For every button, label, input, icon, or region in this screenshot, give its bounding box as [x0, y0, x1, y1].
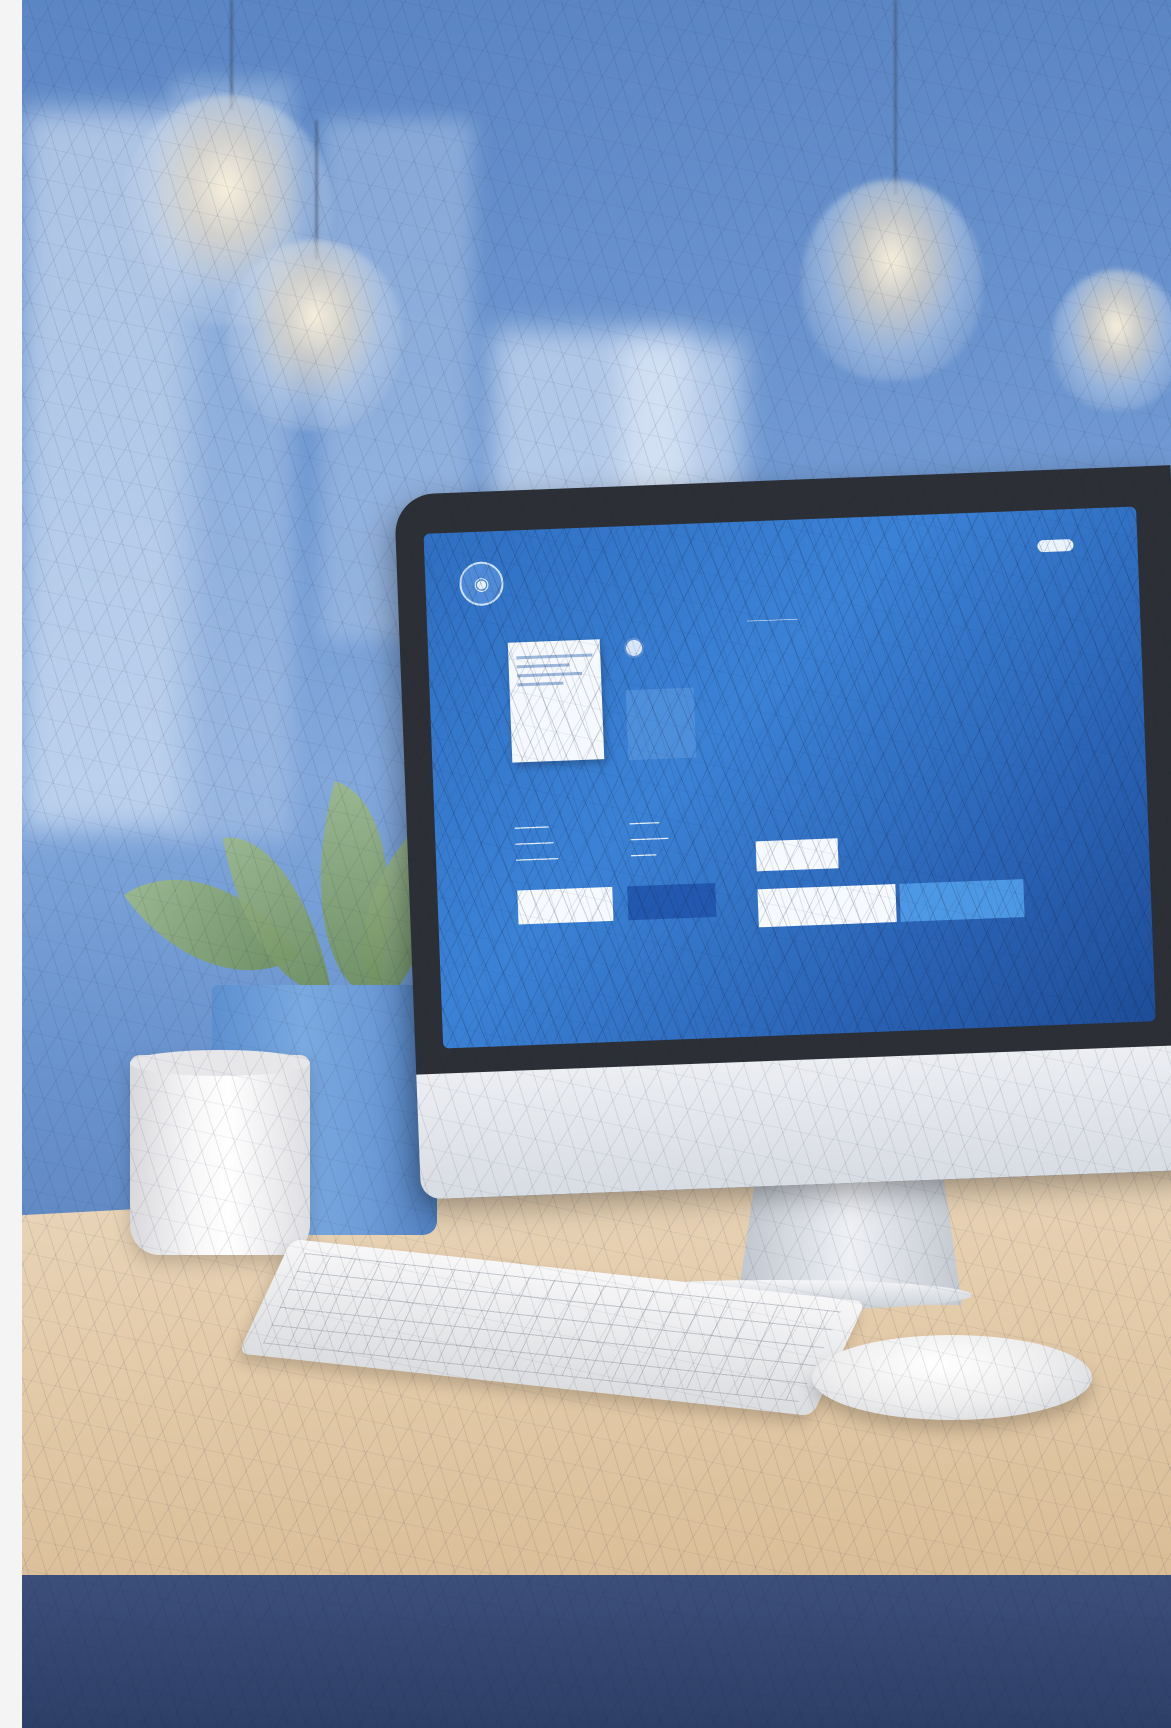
pendant-lamp-far-right: [1052, 270, 1171, 410]
coffee-mug: [130, 1055, 310, 1255]
monitor-screen: ◉ ──────────── ━━━━━━━━ ━━━━━━━━━ ━━━━━━━━…: [423, 506, 1156, 1049]
screen-input: [755, 838, 839, 872]
pendant-lamp-right: [802, 180, 982, 380]
mouse: [812, 1335, 1092, 1420]
pendant-lamp-middle: [227, 240, 402, 430]
screen-button-secondary: [627, 882, 717, 921]
document-card: [507, 639, 605, 763]
screen-button-alt: [899, 879, 1025, 922]
document-line: [516, 671, 582, 678]
screen-button-cta: [757, 884, 897, 928]
lamp-cord-middle: [315, 120, 318, 260]
lamp-cord-right: [894, 0, 897, 195]
header-cta-button: [1037, 538, 1074, 553]
info-card: [625, 687, 697, 761]
feature-block-left: ━━━━━━━━ ━━━━━━━━━ ━━━━━━━━━━: [514, 823, 559, 865]
badge-icon: [623, 637, 645, 659]
document-line: [516, 663, 570, 669]
lamp-cord-left: [230, 0, 233, 110]
desk-front-edge: [22, 1575, 1171, 1728]
monitor: ◉ ──────────── ━━━━━━━━ ━━━━━━━━━ ━━━━━━━━…: [394, 465, 1171, 1200]
globe-icon: ◉: [458, 560, 505, 607]
screen-button-primary: [517, 886, 614, 925]
document-line: [517, 681, 563, 687]
hero-body: [753, 774, 993, 783]
document-line: [516, 653, 593, 660]
coffee-mug-rim: [130, 1050, 310, 1076]
office-photo: ◉ ──────────── ━━━━━━━━ ━━━━━━━━━ ━━━━━━━━…: [22, 0, 1171, 1728]
hero-title: [748, 644, 998, 654]
hero-eyebrow: ────────────: [746, 615, 798, 626]
feature-block-right: ━━━━━━━ ━━━━━━━━━ ━━━━━━: [629, 819, 669, 861]
document-card-title: [516, 648, 592, 651]
